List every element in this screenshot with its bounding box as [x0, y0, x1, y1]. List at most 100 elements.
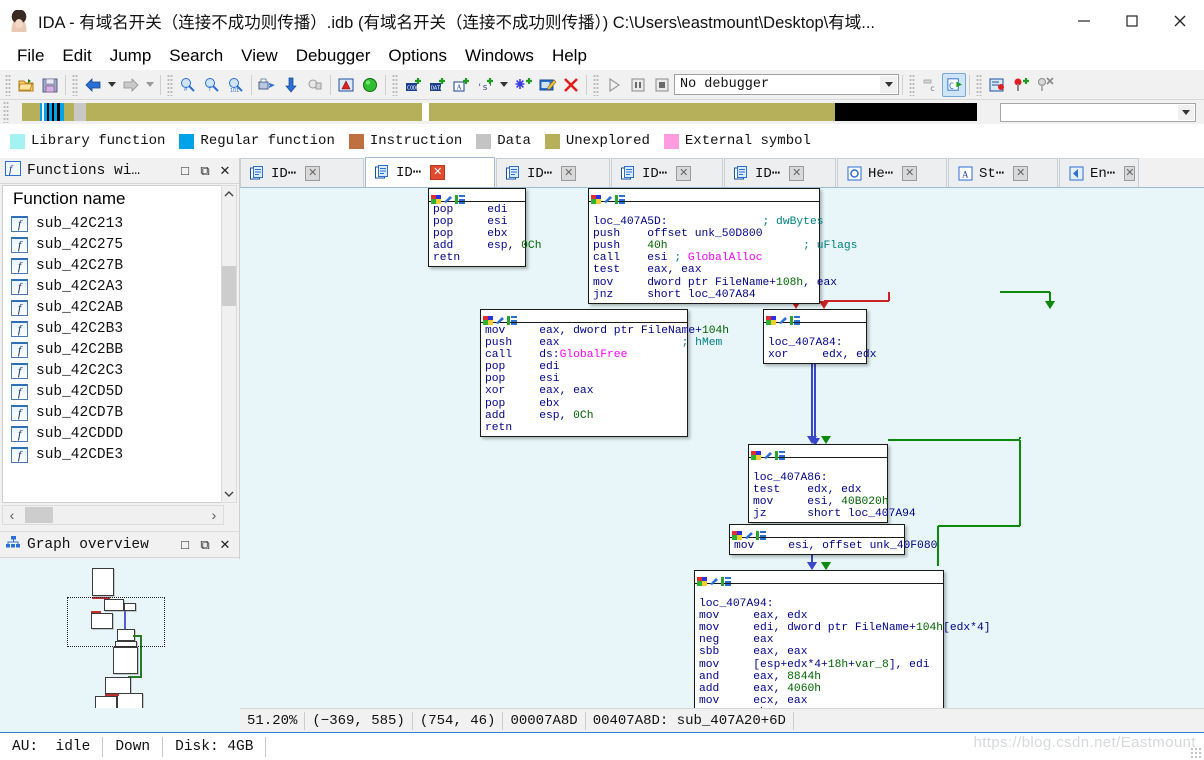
search-immediate-icon[interactable]: 101 — [224, 73, 248, 97]
graph-block-code[interactable]: mov eax, dword ptr FileName+104h push eax… — [481, 323, 729, 436]
maximize-button[interactable] — [1108, 0, 1156, 42]
menu-options[interactable]: Options — [379, 44, 456, 68]
toolbar-grip-6[interactable] — [909, 73, 915, 96]
graph-overview-canvas[interactable] — [0, 559, 240, 729]
graph-block-code[interactable]: loc_407A5D: ; dwBytes push offset unk_50D… — [589, 202, 857, 303]
toolbar-grip-5[interactable] — [593, 73, 599, 96]
back-dropdown-icon[interactable] — [105, 73, 119, 97]
graph-block-code[interactable]: pop edi pop esi pop ebx add esp, 0Ch retn — [429, 202, 541, 266]
make-code-icon[interactable]: CODE — [401, 73, 425, 97]
edit-function-icon[interactable] — [535, 73, 559, 97]
function-list-item[interactable]: f sub_42C275 — [3, 234, 223, 255]
block-edit-icon[interactable] — [709, 573, 719, 585]
function-list-item[interactable]: f sub_42C2BB — [3, 339, 223, 360]
graph-block[interactable]: loc_407A5D: ; dwBytes push offset unk_50D… — [588, 188, 857, 304]
function-list-item[interactable]: f sub_42CD5D — [3, 381, 223, 402]
function-list-item[interactable]: f sub_42C2AB — [3, 297, 223, 318]
toolbar-grip-2[interactable] — [72, 73, 78, 96]
block-group-icon[interactable] — [507, 312, 517, 325]
graph-block-titlebar[interactable] — [481, 310, 687, 325]
block-edit-icon[interactable] — [443, 191, 453, 203]
restore-icon[interactable]: ⧉ — [195, 161, 215, 181]
block-edit-icon[interactable] — [495, 312, 505, 324]
view-tab-1[interactable]: ID⋯ ✕ — [365, 157, 495, 187]
block-group-icon[interactable] — [775, 447, 785, 460]
menu-edit[interactable]: Edit — [53, 44, 100, 68]
debugger-select[interactable]: No debugger — [674, 74, 899, 95]
scroll-up-icon[interactable] — [222, 186, 236, 202]
menu-jump[interactable]: Jump — [101, 44, 161, 68]
make-struct-icon[interactable]: 's' — [473, 73, 497, 97]
scroll-right-icon[interactable]: › — [205, 507, 223, 523]
graph-block-code[interactable]: loc_407A86: test edx, edx mov esi, 40B020h… — [749, 458, 916, 522]
graph-block-code[interactable]: loc_407A84: xor edx, edx — [764, 323, 876, 363]
forward-dropdown-icon[interactable] — [143, 73, 157, 97]
close-icon[interactable]: ✕ — [1124, 165, 1136, 181]
function-list-item[interactable]: f sub_42C2A3 — [3, 276, 223, 297]
overview-viewport-rect[interactable] — [67, 597, 165, 647]
minimize-button[interactable] — [1060, 0, 1108, 42]
close-button[interactable] — [1156, 0, 1204, 42]
graph-block-code[interactable]: loc_407A94: mov eax, edx mov edi, dword pt… — [695, 584, 991, 708]
graph-block-titlebar[interactable] — [764, 310, 866, 325]
block-color-icon[interactable] — [766, 312, 776, 325]
green-run-icon[interactable] — [358, 73, 382, 97]
step-over-icon[interactable]: C — [942, 72, 966, 97]
view-tab-7[interactable]: En⋯ ✕ — [1059, 158, 1139, 187]
block-color-icon[interactable] — [591, 191, 601, 204]
graph-block-titlebar[interactable] — [730, 525, 904, 540]
menu-file[interactable]: File — [8, 44, 53, 68]
graph-block[interactable]: mov esi, offset unk_40F080 — [729, 524, 937, 556]
pause-icon[interactable] — [626, 73, 650, 97]
search-text-icon[interactable]: T — [200, 73, 224, 97]
forward-arrow-icon[interactable] — [119, 73, 143, 97]
function-list-item[interactable]: f sub_42C213 — [3, 213, 223, 234]
functions-horizontal-scrollbar[interactable]: ‹ › — [2, 505, 224, 525]
restore-icon[interactable]: ⧉ — [195, 535, 215, 555]
block-color-icon[interactable] — [732, 527, 742, 540]
graph-block[interactable]: pop edi pop esi pop ebx add esp, 0Ch retn — [428, 188, 541, 268]
block-edit-icon[interactable] — [603, 191, 613, 203]
function-list-item[interactable]: f sub_42CDE3 — [3, 444, 223, 465]
graph-block-code[interactable]: mov esi, offset unk_40F080 — [730, 538, 937, 554]
graph-block-titlebar[interactable] — [429, 189, 525, 204]
close-icon[interactable]: ✕ — [789, 165, 805, 181]
jump-address-box[interactable] — [1000, 103, 1196, 122]
toolbar-grip-4[interactable] — [392, 73, 398, 96]
undefine-icon[interactable] — [559, 73, 583, 97]
graph-block[interactable]: loc_407A86: test edx, edx mov esi, 40B020h… — [748, 444, 916, 524]
stop-icon[interactable] — [650, 73, 674, 97]
toolbar-grip[interactable] — [5, 73, 11, 96]
view-tab-4[interactable]: ID⋯ ✕ — [724, 158, 836, 187]
open-file-icon[interactable] — [14, 73, 38, 97]
block-color-icon[interactable] — [483, 312, 493, 325]
close-icon[interactable]: ✕ — [1013, 165, 1029, 181]
print-icon[interactable] — [255, 73, 279, 97]
menu-debugger[interactable]: Debugger — [287, 44, 380, 68]
block-color-icon[interactable] — [697, 573, 707, 586]
view-tab-6[interactable]: A St⋯ ✕ — [948, 158, 1058, 187]
make-data-icon[interactable]: DATA — [425, 73, 449, 97]
scrollbar-thumb[interactable] — [25, 507, 53, 523]
close-icon[interactable]: ✕ — [215, 535, 235, 555]
toolbar-grip-3[interactable] — [167, 73, 173, 96]
run-icon[interactable] — [602, 73, 626, 97]
chevron-down-icon[interactable] — [880, 76, 897, 93]
menu-help[interactable]: Help — [543, 44, 596, 68]
close-icon[interactable]: ✕ — [215, 161, 235, 181]
block-color-icon[interactable] — [751, 447, 761, 460]
struct-dropdown-icon[interactable] — [497, 73, 511, 97]
view-tab-5[interactable]: He⋯ ✕ — [837, 158, 947, 187]
view-tab-0[interactable]: ID⋯ ✕ — [240, 158, 364, 187]
scroll-down-icon[interactable] — [222, 486, 236, 502]
make-ascii-icon[interactable]: A — [449, 73, 473, 97]
jump-down-icon[interactable] — [279, 73, 303, 97]
menu-view[interactable]: View — [232, 44, 287, 68]
add-breakpoint-icon[interactable] — [1009, 73, 1033, 97]
maximize-icon[interactable]: □ — [175, 535, 195, 555]
graph-block[interactable]: mov eax, dword ptr FileName+104h push eax… — [480, 309, 729, 437]
block-group-icon[interactable] — [790, 312, 800, 325]
navband-grip[interactable] — [3, 101, 9, 123]
graph-view[interactable]: pop edi pop esi pop ebx add esp, 0Ch retn lo… — [240, 188, 1204, 708]
scroll-left-icon[interactable]: ‹ — [3, 507, 21, 523]
